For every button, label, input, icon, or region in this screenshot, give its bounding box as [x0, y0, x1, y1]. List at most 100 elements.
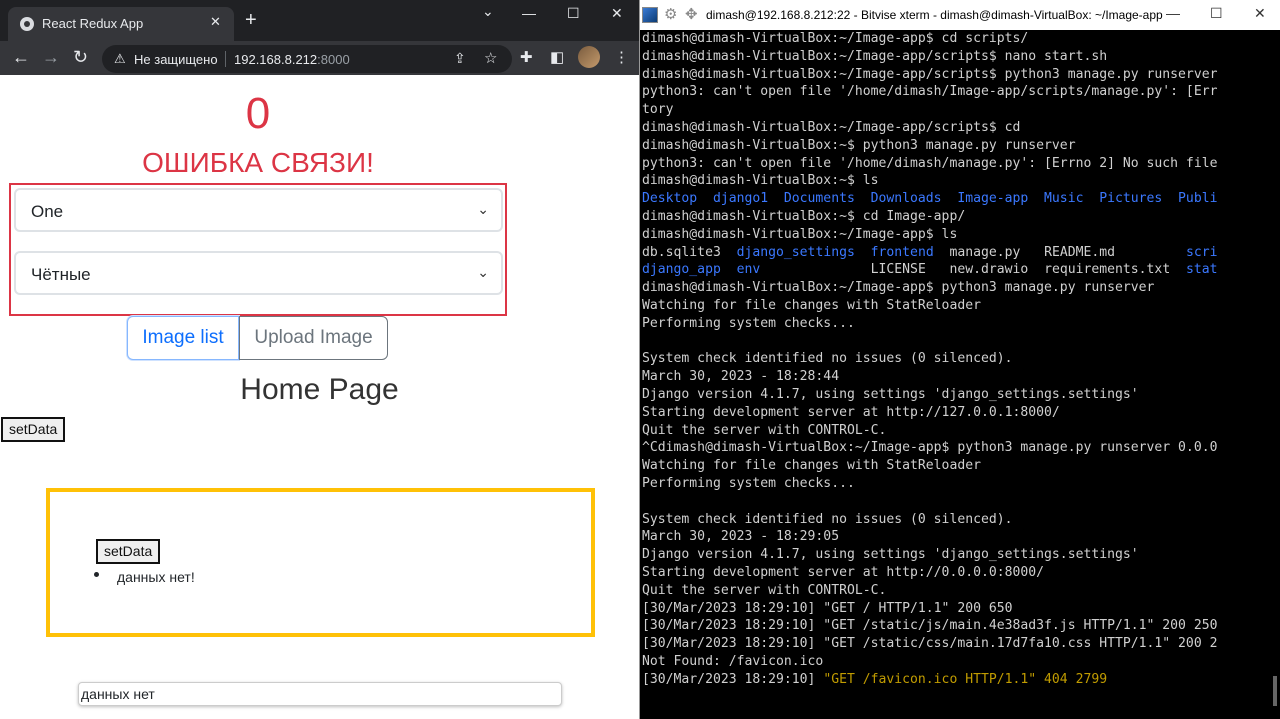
upload-image-button[interactable]: Upload Image	[239, 316, 388, 360]
web-page: 0 ОШИБКА СВЯЗИ! One ⌄ Чётные ⌄ Image lis…	[0, 75, 639, 719]
list-bullet	[94, 572, 99, 577]
star-icon[interactable]: ☆	[484, 49, 497, 67]
menu-icon[interactable]: ⋮	[614, 48, 629, 66]
address-bar[interactable]: ⚠ Не защищено 192.168.8.212:8000 ⇪ ☆	[102, 45, 512, 73]
terminal-text: django_app	[642, 262, 721, 278]
back-button[interactable]: ←	[12, 47, 30, 67]
terminal-line: Quit the server with CONTROL-C.	[642, 422, 1268, 440]
tab-strip: React Redux App ✕ + ⌄ — ☐ ✕	[0, 0, 639, 41]
terminal-text: Quit the server with CONTROL-C.	[642, 582, 887, 598]
terminal-line: dimash@dimash-VirtualBox:~/Image-app/scr…	[642, 119, 1268, 137]
terminal-line: dimash@dimash-VirtualBox:~/Image-app/scr…	[642, 48, 1268, 66]
image-list-button[interactable]: Image list	[127, 316, 239, 360]
terminal-text: March 30, 2023 - 18:29:05	[642, 529, 840, 545]
terminal-line: Desktop django1 Documents Downloads Imag…	[642, 190, 1268, 208]
sidepanel-icon[interactable]: ◧	[550, 48, 564, 66]
terminal-line: Quit the server with CONTROL-C.	[642, 582, 1268, 600]
browser-window: React Redux App ✕ + ⌄ — ☐ ✕ ← → ↻ ⚠ Не з…	[0, 0, 639, 719]
terminal-text: dimash@dimash-VirtualBox:~$ ls	[642, 173, 879, 189]
terminal-line: dimash@dimash-VirtualBox:~/Image-app/scr…	[642, 66, 1268, 84]
gear-icon[interactable]: ⚙	[664, 5, 677, 23]
browser-tab[interactable]: React Redux App ✕	[8, 7, 234, 41]
terminal-text: Performing system checks...	[642, 475, 855, 491]
terminal-close-button[interactable]: ✕	[1254, 5, 1266, 22]
terminal-line: Performing system checks...	[642, 475, 1268, 493]
warning-icon[interactable]: ⚠	[114, 51, 126, 67]
terminal-text: manage.py README.md	[933, 244, 1186, 260]
terminal-output[interactable]: dimash@dimash-VirtualBox:~/Image-app$ cd…	[642, 30, 1268, 719]
tab-search-dropdown-icon[interactable]: ⌄	[482, 3, 494, 20]
terminal-text: dimash@dimash-VirtualBox:~/Image-app$ cd…	[642, 31, 1029, 46]
terminal-text: dimash@dimash-VirtualBox:~$ cd Image-app…	[642, 208, 966, 224]
minimize-button[interactable]: —	[522, 5, 536, 21]
setdata-button[interactable]: setData	[1, 417, 66, 442]
avatar[interactable]	[578, 46, 600, 68]
address-divider	[225, 51, 226, 67]
terminal-text: Watching for file changes with StatReloa…	[642, 458, 981, 474]
forward-button[interactable]: →	[42, 47, 60, 67]
terminal-line: dimash@dimash-VirtualBox:~/Image-app$ cd…	[642, 30, 1268, 48]
react-favicon-icon	[20, 17, 34, 31]
terminal-line: dimash@dimash-VirtualBox:~/Image-app$ ls	[642, 226, 1268, 244]
parity-select[interactable]: Чётные ⌄	[14, 251, 503, 295]
terminal-text: dimash@dimash-VirtualBox:~/Image-app/scr…	[642, 119, 1021, 135]
inner-setdata-button[interactable]: setData	[96, 539, 161, 564]
terminal-text: LICENSE new.drawio requirements.txt	[760, 262, 1186, 278]
terminal-window: ⚙ ✥ dimash@192.168.8.212:22 - Bitvise xt…	[639, 0, 1280, 719]
terminal-text: Performing system checks...	[642, 315, 855, 331]
new-tab-button[interactable]: +	[245, 10, 257, 30]
terminal-text: [30/Mar/2023 18:29:10] "GET /static/js/m…	[642, 618, 1218, 634]
close-window-button[interactable]: ✕	[611, 5, 623, 22]
terminal-text: env	[736, 262, 761, 278]
terminal-line: System check identified no issues (0 sil…	[642, 350, 1268, 368]
terminal-text: [30/Mar/2023 18:29:10] "GET /static/css/…	[642, 636, 1218, 652]
number-select[interactable]: One ⌄	[14, 188, 503, 232]
terminal-text: Desktop django1 Documents Downloads Imag…	[642, 191, 1218, 207]
terminal-line: ^Cdimash@dimash-VirtualBox:~/Image-app$ …	[642, 439, 1268, 457]
terminal-maximize-button[interactable]: ☐	[1210, 5, 1223, 22]
scrollbar-thumb[interactable]	[1273, 676, 1277, 706]
share-icon[interactable]: ⇪	[454, 50, 466, 67]
terminal-text: ^Cdimash@dimash-VirtualBox:~/Image-app$ …	[642, 440, 1218, 456]
terminal-text: Django version 4.1.7, using settings 'dj…	[642, 547, 1139, 563]
data-input[interactable]: данных нет	[78, 682, 562, 706]
select-container: One ⌄ Чётные ⌄	[9, 183, 507, 316]
terminal-text: python3: can't open file '/home/dimash/m…	[642, 155, 1218, 171]
terminal-text: "GET /favicon.ico HTTP/1.1" 404 2799	[823, 671, 1108, 687]
url-host: 192.168.8.212	[234, 52, 318, 67]
connection-error-text: ОШИБКА СВЯЗИ!	[142, 147, 374, 178]
parity-select-value: Чётные	[31, 265, 91, 284]
terminal-text: django_settings	[736, 244, 855, 260]
terminal-minimize-button[interactable]: —	[1166, 5, 1180, 21]
terminal-text: dimash@dimash-VirtualBox:~/Image-app$ ls	[642, 226, 958, 242]
number-select-value: One	[31, 202, 64, 221]
terminal-text: March 30, 2023 - 18:28:44	[642, 369, 840, 385]
terminal-text: frontend	[870, 244, 934, 260]
security-label[interactable]: Не защищено	[134, 52, 218, 67]
terminal-line: dimash@dimash-VirtualBox:~$ python3 mana…	[642, 137, 1268, 155]
bitvise-app-icon[interactable]	[642, 7, 658, 23]
move-icon[interactable]: ✥	[685, 5, 698, 23]
terminal-line: Django version 4.1.7, using settings 'dj…	[642, 386, 1268, 404]
terminal-line: [30/Mar/2023 18:29:10] "GET /static/js/m…	[642, 617, 1268, 635]
terminal-line: python3: can't open file '/home/dimash/I…	[642, 83, 1268, 101]
terminal-line: March 30, 2023 - 18:29:05	[642, 528, 1268, 546]
terminal-line: Starting development server at http://0.…	[642, 564, 1268, 582]
terminal-text: System check identified no issues (0 sil…	[642, 511, 1013, 527]
terminal-text: Watching for file changes with StatReloa…	[642, 297, 981, 313]
maximize-button[interactable]: ☐	[567, 5, 580, 22]
reload-button[interactable]: ↻	[73, 47, 88, 67]
terminal-line: db.sqlite3 django_settings frontend mana…	[642, 244, 1268, 262]
extensions-icon[interactable]: ✚	[520, 48, 533, 66]
terminal-text: [30/Mar/2023 18:29:10] "GET / HTTP/1.1" …	[642, 600, 1013, 616]
terminal-line: tory	[642, 101, 1268, 119]
close-tab-icon[interactable]: ✕	[210, 14, 221, 30]
terminal-text: scri	[1185, 244, 1218, 260]
chevron-down-icon: ⌄	[477, 264, 489, 280]
browser-toolbar: ← → ↻ ⚠ Не защищено 192.168.8.212:8000 ⇪…	[0, 41, 639, 75]
terminal-line: Starting development server at http://12…	[642, 404, 1268, 422]
terminal-line: python3: can't open file '/home/dimash/m…	[642, 155, 1268, 173]
url-text[interactable]: 192.168.8.212:8000	[234, 52, 350, 67]
counter-value: 0	[245, 89, 271, 138]
